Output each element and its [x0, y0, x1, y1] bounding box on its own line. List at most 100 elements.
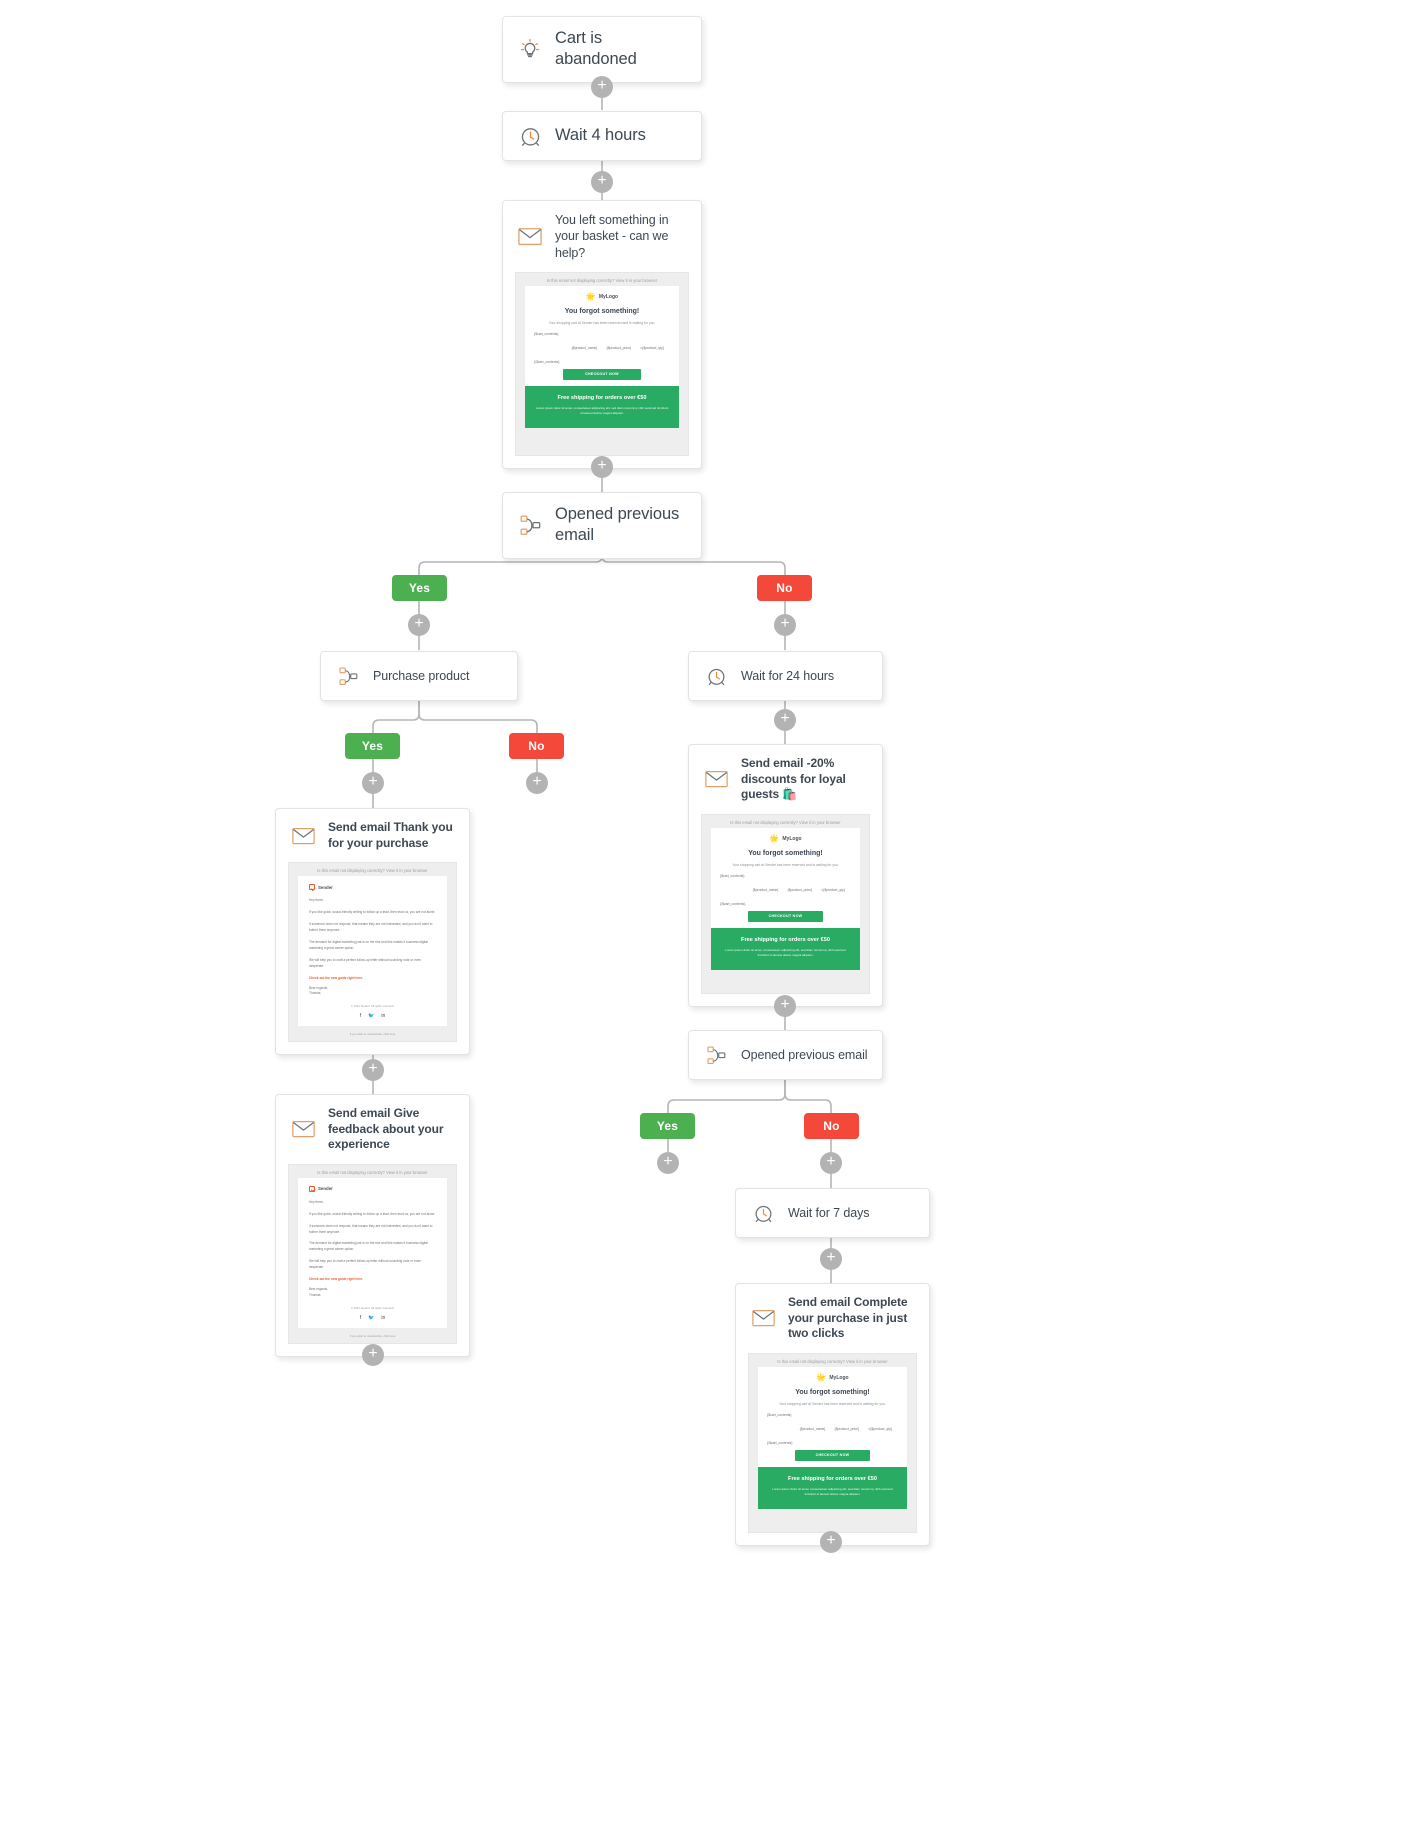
email-promo-banner: Free shipping for orders over €50 Lorem … [758, 1466, 907, 1509]
branch-badge-yes[interactable]: Yes [392, 575, 447, 601]
email-cta-link: Check out the new guide right here. [309, 975, 364, 980]
lightbulb-icon [517, 36, 543, 62]
node-send-email-basket-reminder[interactable]: You left something in your basket - can … [502, 200, 702, 469]
add-step-button[interactable]: + [774, 614, 796, 636]
add-step-button[interactable]: + [362, 772, 384, 794]
add-step-button[interactable]: + [591, 171, 613, 193]
node-send-email-thank-you[interactable]: Send email Thank you for your purchase I… [275, 808, 470, 1056]
add-step-button[interactable]: + [362, 1344, 384, 1366]
envelope-icon [703, 766, 729, 792]
node-label: Opened previous email [741, 1047, 868, 1062]
email-heading: You forgot something! [564, 307, 640, 315]
clock-icon [750, 1200, 776, 1226]
email-cta-button: CHECKOUT NOW [562, 368, 642, 380]
star-icon: 🌟 [585, 291, 596, 301]
email-preview-thumbnail: Is this email not displaying correctly? … [701, 813, 870, 994]
email-brand-logo: Sender [309, 1185, 436, 1192]
add-step-button[interactable]: + [820, 1531, 842, 1553]
star-icon: 🌟 [816, 1372, 827, 1382]
email-subheading: Your shopping cart at Sender has been re… [732, 862, 839, 867]
branch-badge-yes[interactable]: Yes [345, 733, 400, 759]
twitter-icon: 🐦 [368, 1315, 375, 1321]
envelope-icon [290, 823, 316, 849]
node-condition-opened-previous-email-2[interactable]: Opened previous email [688, 1030, 883, 1080]
email-merge-tag-open: {$cart_contents} [534, 331, 559, 336]
add-step-button[interactable]: + [774, 709, 796, 731]
email-preview-top-note: Is this email not displaying correctly? … [317, 868, 428, 874]
email-greeting: Hey there, [309, 1199, 324, 1204]
add-step-button[interactable]: + [591, 456, 613, 478]
node-cart-is-abandoned[interactable]: Cart is abandoned [502, 16, 702, 83]
email-preview-top-note: Is this email not displaying correctly? … [546, 278, 658, 284]
email-preview-top-note: Is this email not displaying correctly? … [730, 820, 841, 826]
twitter-icon: 🐦 [368, 1013, 375, 1020]
sender-mark-icon [309, 1185, 315, 1192]
node-condition-purchase-product[interactable]: Purchase product [320, 651, 518, 701]
branch-icon [335, 663, 361, 689]
node-send-email-complete-purchase[interactable]: Send email Complete your purchase in jus… [735, 1283, 930, 1546]
email-merge-tag-close: {/$cart_contents} [534, 359, 560, 364]
node-wait-4-hours[interactable]: Wait 4 hours [502, 111, 702, 161]
email-greeting: Hey there, [309, 898, 324, 903]
add-step-button[interactable]: + [591, 76, 613, 98]
email-social-links: f 🐦 in [309, 1013, 436, 1026]
add-step-button[interactable]: + [820, 1152, 842, 1174]
email-heading: You forgot something! [795, 1388, 870, 1396]
email-product-fields: {$product_name} {$product_price} ×{$prod… [799, 1426, 892, 1431]
sender-mark-icon [309, 884, 315, 891]
email-heading: You forgot something! [748, 849, 823, 857]
linkedin-icon: in [381, 1315, 386, 1321]
email-brand-logo: 🌟 MyLogo [769, 833, 802, 843]
email-cta-link: Check out the new guide right here. [309, 1277, 364, 1282]
email-preview-thumbnail: Is this email not displaying correctly? … [288, 1163, 457, 1344]
clock-icon [517, 123, 543, 149]
node-wait-for-24-hours[interactable]: Wait for 24 hours [688, 651, 883, 701]
branch-icon [703, 1042, 729, 1068]
email-merge-tag-open: {$cart_contents} [767, 1412, 792, 1417]
branch-badge-no[interactable]: No [804, 1113, 859, 1139]
email-social-links: f 🐦 in [309, 1315, 436, 1328]
linkedin-icon: in [381, 1013, 386, 1020]
node-label: Cart is abandoned [555, 29, 637, 69]
node-label: Purchase product [373, 668, 470, 683]
email-brand-logo: 🌟 MyLogo [816, 1372, 849, 1382]
node-label: Send email Thank you for your purchase [328, 820, 453, 850]
branch-badge-no[interactable]: No [757, 575, 812, 601]
node-send-email-give-feedback[interactable]: Send email Give feedback about your expe… [275, 1094, 470, 1357]
node-label: Wait 4 hours [555, 126, 646, 145]
email-preview-thumbnail: Is this email not displaying correctly? … [748, 1352, 917, 1533]
email-preview-thumbnail: Is this email not displaying correctly? … [288, 862, 457, 1043]
node-send-email-discount[interactable]: Send email -20% discounts for loyal gues… [688, 744, 883, 1007]
facebook-icon: f [359, 1013, 362, 1020]
envelope-icon [750, 1305, 776, 1331]
email-merge-tag-close: {/$cart_contents} [720, 901, 746, 906]
email-product-fields: {$product_name} {$product_price} ×{$prod… [752, 887, 845, 892]
node-wait-for-7-days[interactable]: Wait for 7 days [735, 1188, 930, 1238]
envelope-icon [517, 223, 543, 249]
branch-badge-no[interactable]: No [509, 733, 564, 759]
email-preview-top-note: Is this email not displaying correctly? … [777, 1359, 888, 1365]
clock-icon [703, 663, 729, 689]
node-label: You left something in your basket - can … [555, 213, 669, 260]
add-step-button[interactable]: + [820, 1248, 842, 1270]
email-brand-logo: Sender [309, 884, 436, 891]
email-product-fields: {$product_name} {$product_price} ×{$prod… [571, 345, 664, 350]
branch-badge-yes[interactable]: Yes [640, 1113, 695, 1139]
email-preview-top-note: Is this email not displaying correctly? … [317, 1170, 428, 1176]
add-step-button[interactable]: + [657, 1152, 679, 1174]
email-promo-banner: Free shipping for orders over €50 Lorem … [525, 385, 679, 428]
branch-icon [517, 512, 543, 538]
node-label: Wait for 24 hours [741, 668, 835, 683]
add-step-button[interactable]: + [774, 995, 796, 1017]
add-step-button[interactable]: + [408, 614, 430, 636]
automation-workflow-canvas[interactable]: Cart is abandoned + Wait 4 hours + You l… [0, 0, 1428, 1823]
node-label: Send email Complete your purchase in jus… [788, 1295, 908, 1341]
node-condition-opened-previous-email[interactable]: Opened previous email [502, 492, 702, 559]
add-step-button[interactable]: + [362, 1059, 384, 1081]
email-cta-button: CHECKOUT NOW [747, 910, 824, 922]
email-cta-button: CHECKOUT NOW [794, 1449, 871, 1461]
email-promo-banner: Free shipping for orders over €50 Lorem … [711, 927, 860, 970]
add-step-button[interactable]: + [526, 772, 548, 794]
email-merge-tag-close: {/$cart_contents} [767, 1440, 793, 1445]
node-label: Send email Give feedback about your expe… [328, 1106, 444, 1152]
